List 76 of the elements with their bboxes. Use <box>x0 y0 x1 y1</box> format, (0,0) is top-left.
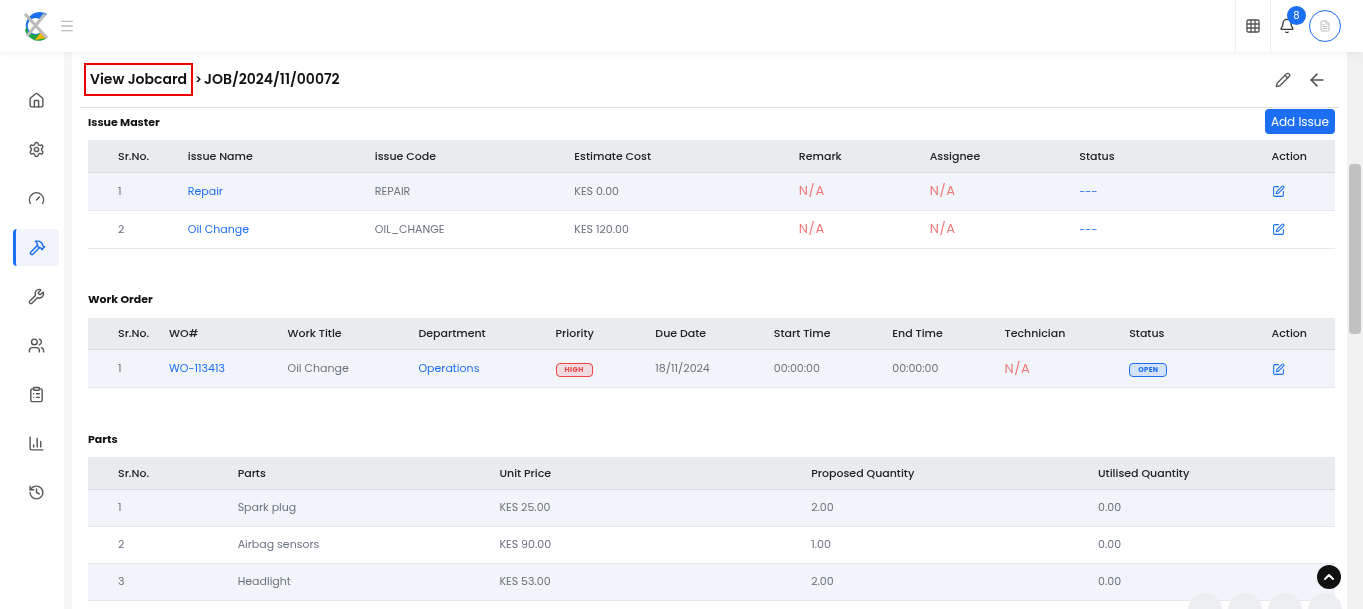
notification-count-badge: 8 <box>1287 6 1306 25</box>
table-cell: 0.00 <box>1098 573 1122 590</box>
edit-icon[interactable] <box>1272 185 1285 199</box>
table-cell: 2 <box>118 220 125 237</box>
table-cell: --- <box>1079 182 1098 199</box>
table-cell: Spark plug <box>237 499 297 516</box>
table-cell: KES 120.00 <box>574 220 629 237</box>
column-header: Status <box>1079 147 1115 164</box>
column-header: Priority <box>555 325 594 341</box>
table-cell: N/A <box>798 181 825 201</box>
tools-icon[interactable] <box>13 229 59 266</box>
table-link[interactable]: Oil Change <box>187 220 249 237</box>
table-cell: N/A <box>929 181 956 201</box>
table-cell: Headlight <box>237 573 291 590</box>
add-issue-button[interactable]: Add Issue <box>1264 109 1335 134</box>
table-cell: REPAIR <box>374 182 411 199</box>
table-cell: 1 <box>118 360 122 377</box>
table-cell: 18/11/2024 <box>655 360 710 377</box>
table-cell: 00:00:00 <box>892 360 939 377</box>
table-cell: Oil Change <box>287 360 349 377</box>
section-title: Parts <box>88 430 118 449</box>
apps-grid-icon[interactable] <box>1245 18 1261 34</box>
edit-icon[interactable] <box>1272 223 1285 237</box>
table-cell: 1 <box>118 499 122 516</box>
column-header: Sr.No. <box>118 147 150 164</box>
table-cell: 2 <box>118 536 125 553</box>
column-header: Action <box>1271 147 1307 164</box>
column-header: Start Time <box>773 325 831 341</box>
table-cell: N/A <box>929 219 956 239</box>
page-title: JOB/2024/11/00072 <box>203 69 340 90</box>
table-link[interactable]: Operations <box>418 360 480 377</box>
table-cell: N/A <box>1004 358 1031 378</box>
table-cell: 0.00 <box>1098 536 1122 553</box>
table-link[interactable]: WO-113413 <box>169 360 225 377</box>
column-header: Technician <box>1004 325 1066 341</box>
column-header: Assignee <box>929 147 981 164</box>
edit-icon[interactable] <box>1272 362 1285 376</box>
table-cell: KES 0.00 <box>574 182 619 199</box>
table-cell: 00:00:00 <box>773 360 820 377</box>
column-header: Utilised Quantity <box>1098 464 1190 481</box>
table-cell: KES 53.00 <box>499 573 551 590</box>
column-header: Sr.No. <box>118 325 150 341</box>
table-cell: N/A <box>798 219 825 239</box>
table-cell: KES 25.00 <box>499 499 551 516</box>
column-header: End Time <box>892 325 943 341</box>
column-header: Department <box>418 325 486 341</box>
breadcrumb-link[interactable]: View Jobcard <box>84 63 194 96</box>
column-header: Sr.No. <box>118 464 150 481</box>
column-header: Proposed Quantity <box>811 464 915 481</box>
column-header: Work Title <box>287 325 342 341</box>
column-header: Estimate Cost <box>574 147 652 164</box>
table-cell: --- <box>1079 220 1098 237</box>
table-link[interactable]: Repair <box>187 182 223 199</box>
table-cell: 3 <box>118 573 125 590</box>
notification-bell-icon[interactable] <box>1278 18 1295 34</box>
column-header: WO# <box>169 325 199 341</box>
table-cell: 1 <box>118 182 122 199</box>
table-cell: Airbag sensors <box>237 536 320 553</box>
column-header: Due Date <box>655 325 707 341</box>
column-header: Status <box>1129 325 1165 341</box>
table-cell: 1.00 <box>811 536 831 553</box>
table-cell: OIL_CHANGE <box>374 220 445 237</box>
column-header: Action <box>1271 325 1307 341</box>
column-header: issue Code <box>374 147 436 164</box>
table-cell: 2.00 <box>811 573 834 590</box>
column-header: Unit Price <box>499 464 552 481</box>
column-header: Remark <box>798 147 842 164</box>
section-title: Issue Master <box>88 113 160 132</box>
section-title: Work Order <box>88 291 153 309</box>
column-header: issue Name <box>187 147 253 164</box>
breadcrumb-separator: > <box>195 70 202 89</box>
table-cell: KES 90.00 <box>499 536 552 553</box>
edit-icon[interactable] <box>1275 71 1291 88</box>
table-cell: 2.00 <box>811 499 834 516</box>
table-cell: 0.00 <box>1098 499 1122 516</box>
column-header: Parts <box>237 464 266 481</box>
